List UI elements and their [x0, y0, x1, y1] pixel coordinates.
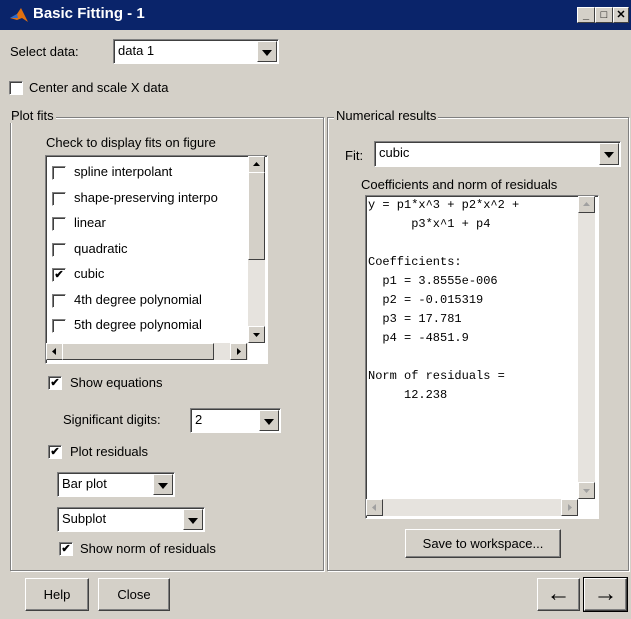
fit-option[interactable]: ✔ cubic — [52, 265, 247, 283]
window-title: Basic Fitting - 1 — [33, 5, 145, 22]
scroll-left-button[interactable] — [46, 343, 63, 360]
fit-label: Fit: — [345, 148, 364, 163]
scroll-right-button[interactable] — [561, 499, 578, 516]
scroll-down-button[interactable] — [248, 326, 265, 343]
fit-label: linear — [74, 215, 106, 230]
minimize-button[interactable]: _ — [577, 7, 595, 23]
arrow-right-icon — [568, 504, 572, 511]
back-button[interactable]: ← — [537, 578, 580, 611]
scroll-down-button[interactable] — [578, 482, 595, 499]
plot-fits-title: Plot fits — [9, 108, 56, 123]
select-data-value: data 1 — [118, 43, 155, 58]
show-equations-label: Show equations — [70, 375, 163, 390]
arrow-up-icon — [253, 162, 260, 166]
fit-checkbox[interactable] — [52, 293, 66, 308]
results-line — [368, 348, 576, 367]
fit-label: 4th degree polynomial — [74, 291, 202, 307]
plot-residuals-label: Plot residuals — [70, 444, 149, 459]
maximize-button[interactable]: □ — [595, 7, 613, 23]
fit-checkbox[interactable]: ✔ — [52, 268, 66, 282]
help-button[interactable]: Help — [25, 578, 89, 611]
forward-arrow-icon: → — [593, 580, 618, 607]
fit-checkbox[interactable] — [52, 217, 66, 231]
arrow-right-icon — [237, 348, 241, 355]
fit-option[interactable]: linear — [52, 214, 247, 232]
results-vertical-scrollbar[interactable] — [578, 196, 595, 499]
show-equations-checkbox[interactable]: ✔ — [48, 376, 62, 390]
fit-option[interactable]: spline interpolant — [52, 163, 247, 181]
residual-location-dropdown[interactable]: Subplot — [57, 507, 205, 532]
results-line: p2 = -0.015319 — [368, 293, 484, 307]
residual-plot-type-dropdown[interactable]: Bar plot — [57, 472, 175, 497]
back-arrow-icon: ← — [546, 580, 571, 607]
fit-label: quadratic — [74, 240, 128, 256]
chevron-down-icon[interactable] — [183, 509, 203, 530]
scroll-thumb[interactable] — [248, 172, 265, 260]
arrow-up-icon — [583, 202, 590, 206]
fit-checkbox[interactable] — [52, 166, 66, 180]
close-button[interactable]: Close — [98, 578, 170, 611]
scroll-up-button[interactable] — [248, 156, 265, 173]
fits-listbox: spline interpolant shape-preserving inter… — [45, 155, 268, 364]
results-line: 12.238 — [368, 388, 448, 402]
matlab-logo-icon — [10, 8, 28, 22]
center-scale-checkbox[interactable] — [9, 81, 23, 95]
forward-button[interactable]: → — [583, 577, 628, 612]
show-norm-checkbox[interactable]: ✔ — [59, 542, 73, 556]
chevron-down-icon[interactable] — [257, 41, 277, 62]
significant-digits-label: Significant digits: — [63, 412, 161, 427]
results-textbox[interactable]: y = p1*x^3 + p2*x^2 + p3*x^1 + p4 Coeffic… — [365, 195, 599, 519]
results-line: Coefficients: — [368, 255, 462, 269]
select-data-dropdown[interactable]: data 1 — [113, 39, 279, 64]
show-norm-label: Show norm of residuals — [80, 541, 216, 556]
results-line: p3*x^1 + p4 — [368, 217, 491, 231]
fit-checkbox[interactable] — [52, 242, 66, 257]
residual-plot-type-value: Bar plot — [62, 476, 107, 491]
chevron-down-icon[interactable] — [259, 410, 279, 431]
fit-label: shape-preserving interpo — [74, 189, 218, 205]
select-data-label: Select data: — [10, 44, 79, 59]
arrow-left-icon — [52, 348, 56, 355]
fit-label: spline interpolant — [74, 164, 173, 179]
results-line: Norm of residuals = — [368, 369, 505, 383]
significant-digits-dropdown[interactable]: 2 — [190, 408, 281, 433]
results-line: p4 = -4851.9 — [368, 331, 469, 345]
numerical-results-title: Numerical results — [334, 108, 439, 123]
center-scale-label: Center and scale X data — [29, 80, 169, 95]
results-text: y = p1*x^3 + p2*x^2 + p3*x^1 + p4 Coeffic… — [368, 196, 576, 496]
fit-checkbox[interactable] — [52, 319, 66, 333]
scroll-left-button[interactable] — [366, 499, 383, 516]
fit-dropdown[interactable]: cubic — [374, 141, 621, 167]
significant-digits-value: 2 — [195, 412, 203, 427]
fit-option[interactable]: shape-preserving interpo — [52, 189, 247, 207]
scroll-up-button[interactable] — [578, 196, 595, 213]
results-line: p3 = 17.781 — [368, 312, 462, 326]
fit-option[interactable]: 4th degree polynomial — [52, 291, 247, 309]
plot-residuals-checkbox[interactable]: ✔ — [48, 445, 62, 459]
fit-option[interactable]: 5th degree polynomial — [52, 316, 247, 334]
results-horizontal-scrollbar[interactable] — [366, 499, 578, 516]
results-line: y = p1*x^3 + p2*x^2 + — [368, 198, 520, 212]
scroll-right-button[interactable] — [230, 343, 247, 360]
chevron-down-icon[interactable] — [599, 143, 619, 165]
results-line: p1 = 3.8555e-006 — [368, 274, 498, 288]
fit-checkbox[interactable] — [52, 191, 66, 206]
check-fits-label: Check to display fits on figure — [46, 135, 216, 150]
arrow-left-icon — [372, 504, 376, 511]
arrow-down-icon — [253, 333, 260, 337]
hscroll-thumb[interactable] — [62, 343, 214, 360]
results-line — [368, 234, 576, 253]
horizontal-scrollbar[interactable] — [46, 343, 248, 360]
chevron-down-icon[interactable] — [153, 474, 173, 495]
coefficients-label: Coefficients and norm of residuals — [361, 177, 558, 192]
arrow-down-icon — [583, 489, 590, 493]
fit-value: cubic — [379, 145, 410, 160]
save-to-workspace-button[interactable]: Save to workspace... — [405, 529, 561, 558]
residual-location-value: Subplot — [62, 511, 107, 526]
vertical-scrollbar[interactable] — [248, 156, 265, 343]
fit-label: cubic — [74, 266, 105, 281]
fit-label: 5th degree polynomial — [74, 317, 202, 332]
fit-option[interactable]: quadratic — [52, 240, 247, 258]
close-window-button[interactable]: ✕ — [613, 7, 629, 23]
